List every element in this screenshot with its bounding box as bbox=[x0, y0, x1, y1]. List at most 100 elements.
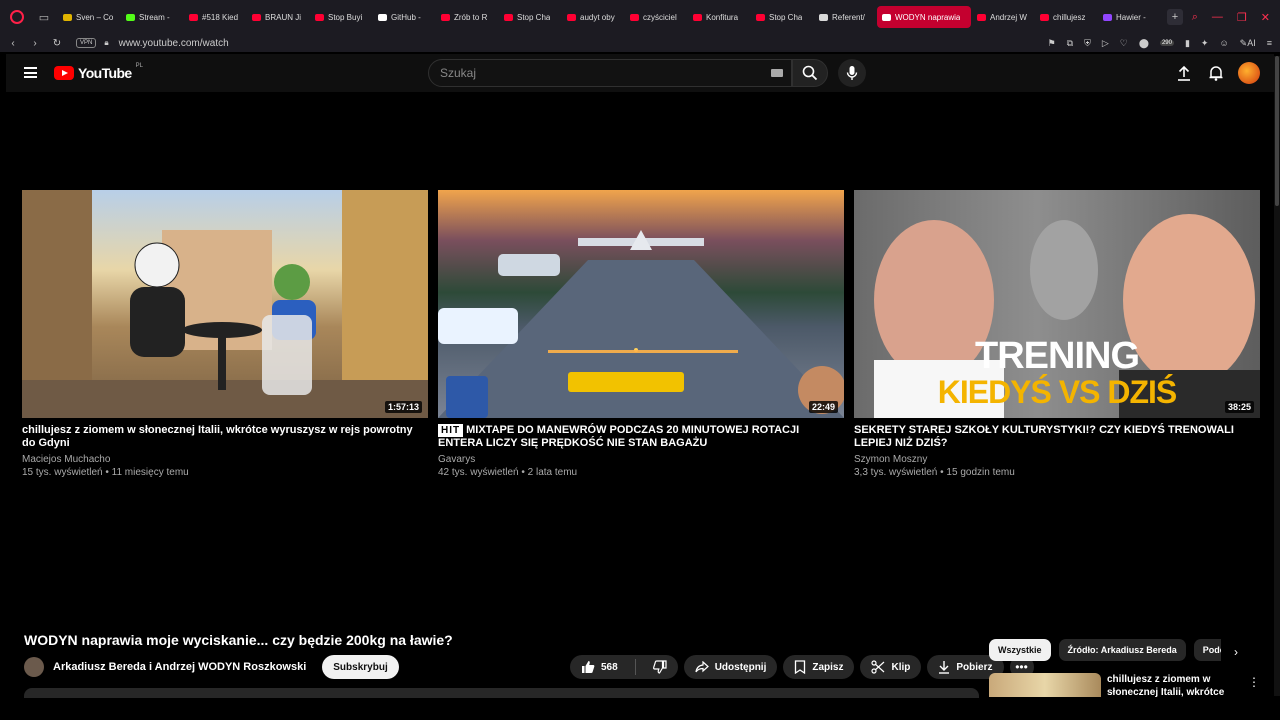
scrollbar-thumb[interactable] bbox=[1275, 56, 1279, 206]
browser-tab[interactable]: Sven – Co bbox=[58, 6, 120, 28]
notifications-button[interactable] bbox=[1206, 61, 1226, 85]
endscreen-card-3[interactable]: TRENING KIEDYŚ VS DZIŚ 38:25 SEKRETY STA… bbox=[854, 190, 1260, 478]
browser-tab[interactable]: GitHub - bbox=[373, 6, 435, 28]
tab-snapshot-icon[interactable]: ⧉ bbox=[1067, 38, 1073, 49]
browser-tab[interactable]: Stop Cha bbox=[751, 6, 813, 28]
tab-favicon-icon bbox=[977, 13, 986, 21]
reload-button[interactable]: ↻ bbox=[48, 38, 66, 49]
lock-icon[interactable]: 🔒︎ bbox=[104, 38, 108, 48]
browser-tab[interactable]: Stop Cha bbox=[499, 6, 561, 28]
browser-tab[interactable]: Stream - bbox=[121, 6, 183, 28]
extension-icon[interactable]: ⬤ bbox=[1139, 38, 1149, 49]
video-title[interactable]: SEKRETY STAREJ SZKOŁY KULTURYSTYKI!? CZY… bbox=[854, 424, 1260, 450]
browser-tab[interactable]: BRAUN Ji bbox=[247, 6, 309, 28]
browser-tab[interactable]: Referent/ bbox=[814, 6, 876, 28]
extension-badge[interactable]: 290 bbox=[1159, 40, 1174, 46]
browser-logo-icon[interactable] bbox=[0, 0, 34, 34]
browser-tab[interactable]: #518 Kied bbox=[184, 6, 246, 28]
subscribe-button[interactable]: Subskrybuj bbox=[322, 655, 399, 679]
thumbs-up-icon bbox=[582, 661, 595, 673]
video-title[interactable]: HIT MIXTAPE DO MANEWRÓW PODCZAS 20 MINUTO… bbox=[438, 424, 844, 450]
puzzle-icon[interactable]: ✦ bbox=[1201, 38, 1209, 49]
workspaces-icon[interactable]: ▭ bbox=[34, 7, 54, 27]
thumbnail-subheadline: KIEDYŚ VS DZIŚ bbox=[937, 374, 1178, 410]
tab-favicon-icon bbox=[189, 13, 198, 21]
close-window-button[interactable]: ✕ bbox=[1261, 11, 1270, 24]
heart-icon[interactable]: ♡ bbox=[1120, 38, 1128, 49]
youtube-logo[interactable]: YouTube PL bbox=[54, 63, 143, 81]
account-icon[interactable]: ☺ bbox=[1219, 38, 1228, 48]
browser-tab[interactable]: Hawier - bbox=[1098, 6, 1160, 28]
video-thumbnail[interactable]: 22:49 bbox=[438, 190, 844, 418]
upload-button[interactable] bbox=[1174, 61, 1194, 85]
recommended-title[interactable]: chillujesz z ziomem w słonecznej Italii,… bbox=[1107, 673, 1227, 697]
forward-button[interactable]: › bbox=[26, 38, 44, 49]
menu-icon[interactable]: ≡ bbox=[1267, 38, 1272, 48]
like-count: 568 bbox=[601, 661, 618, 673]
channel-name[interactable]: Arkadiusz Bereda i Andrzej WODYN Roszkow… bbox=[53, 661, 306, 673]
clip-label: Klip bbox=[891, 661, 911, 673]
video-thumbnail[interactable]: TRENING KIEDYŚ VS DZIŚ 38:25 bbox=[854, 190, 1260, 418]
channel-name[interactable]: Szymon Moszny bbox=[854, 454, 1260, 465]
browser-tab[interactable]: Konfitura bbox=[688, 6, 750, 28]
tab-label: #518 Kied bbox=[202, 12, 239, 22]
battery-icon[interactable]: ▮ bbox=[1185, 38, 1190, 49]
clip-button[interactable]: Klip bbox=[860, 655, 922, 679]
channel-avatar[interactable] bbox=[24, 657, 44, 677]
more-horizontal-icon: ••• bbox=[1015, 660, 1028, 674]
chevron-right-icon[interactable]: › bbox=[1234, 645, 1238, 659]
back-button[interactable]: ‹ bbox=[4, 38, 22, 49]
minimize-button[interactable]: — bbox=[1212, 11, 1223, 23]
hamburger-menu-icon[interactable] bbox=[24, 67, 37, 78]
browser-tab-active[interactable]: WODYN naprawia bbox=[877, 6, 971, 28]
like-button[interactable]: 568 bbox=[570, 655, 629, 679]
endscreen-card-2[interactable]: 22:49 HIT MIXTAPE DO MANEWRÓW PODCZAS 20 … bbox=[438, 190, 844, 478]
play-icon[interactable]: ▷ bbox=[1102, 38, 1109, 49]
tab-label: Stop Cha bbox=[769, 12, 803, 22]
share-button[interactable]: Udostępnij bbox=[683, 655, 778, 679]
browser-tab[interactable]: Andrzej W bbox=[972, 6, 1034, 28]
browser-tab[interactable]: czyściciel bbox=[625, 6, 687, 28]
page-scrollbar[interactable] bbox=[1274, 56, 1280, 696]
like-dislike-group: 568 bbox=[570, 655, 678, 679]
ai-button[interactable]: ✎AI bbox=[1240, 38, 1256, 49]
channel-name[interactable]: Gavarys bbox=[438, 454, 844, 465]
voice-search-button[interactable] bbox=[838, 59, 866, 87]
url-field[interactable]: www.youtube.com/watch bbox=[119, 38, 229, 49]
dislike-button[interactable] bbox=[642, 655, 678, 679]
video-thumbnail[interactable]: 1:57:13 bbox=[22, 190, 428, 418]
vpn-badge[interactable]: VPN bbox=[76, 38, 97, 48]
search-button[interactable] bbox=[792, 59, 828, 87]
chip-all[interactable]: Wszystkie bbox=[989, 639, 1051, 661]
new-tab-button[interactable]: + bbox=[1167, 9, 1183, 25]
search-tabs-icon[interactable]: ⌕ bbox=[1192, 11, 1198, 24]
more-vertical-icon[interactable]: ⋮ bbox=[1248, 675, 1260, 689]
keyboard-icon[interactable] bbox=[771, 69, 783, 77]
browser-tab[interactable]: chillujesz bbox=[1035, 6, 1097, 28]
tab-label: Konfitura bbox=[706, 12, 739, 22]
chip-source[interactable]: Źródło: Arkadiusz Bereda bbox=[1058, 639, 1186, 661]
tab-favicon-icon bbox=[1103, 13, 1112, 21]
search-icon bbox=[802, 65, 818, 81]
search-input[interactable] bbox=[440, 66, 760, 80]
recommended-item[interactable]: chillujesz z ziomem w słonecznej Italii,… bbox=[989, 673, 1227, 697]
avatar[interactable] bbox=[1238, 62, 1260, 84]
browser-tab[interactable]: Stop Buyi bbox=[310, 6, 372, 28]
ai-label: AI bbox=[1247, 37, 1256, 48]
video-title[interactable]: chillujesz z ziomem w słonecznej Italii,… bbox=[22, 424, 428, 450]
maximize-button[interactable]: ❐ bbox=[1237, 11, 1247, 24]
recommended-thumbnail[interactable] bbox=[989, 673, 1101, 697]
tab-label: GitHub - bbox=[391, 12, 421, 22]
shield-icon[interactable]: ⛨ bbox=[1084, 38, 1091, 49]
browser-tab[interactable]: Zrób to R bbox=[436, 6, 498, 28]
tab-favicon-icon bbox=[693, 13, 702, 21]
video-actions: 568 Udostępnij Zapisz Klip Pobierz ••• bbox=[570, 655, 1034, 679]
save-button[interactable]: Zapisz bbox=[783, 655, 855, 679]
chip-related[interactable]: Podobne bbox=[1193, 639, 1221, 661]
endscreen-card-1[interactable]: 1:57:13 chillujesz z ziomem w słonecznej… bbox=[22, 190, 428, 478]
channel-name[interactable]: Maciejos Muchacho bbox=[22, 454, 428, 465]
description-box[interactable] bbox=[24, 688, 979, 698]
tab-favicon-icon bbox=[441, 13, 450, 21]
bookmark-icon[interactable]: ⚑ bbox=[1048, 38, 1056, 49]
browser-tab[interactable]: audyt oby bbox=[562, 6, 624, 28]
